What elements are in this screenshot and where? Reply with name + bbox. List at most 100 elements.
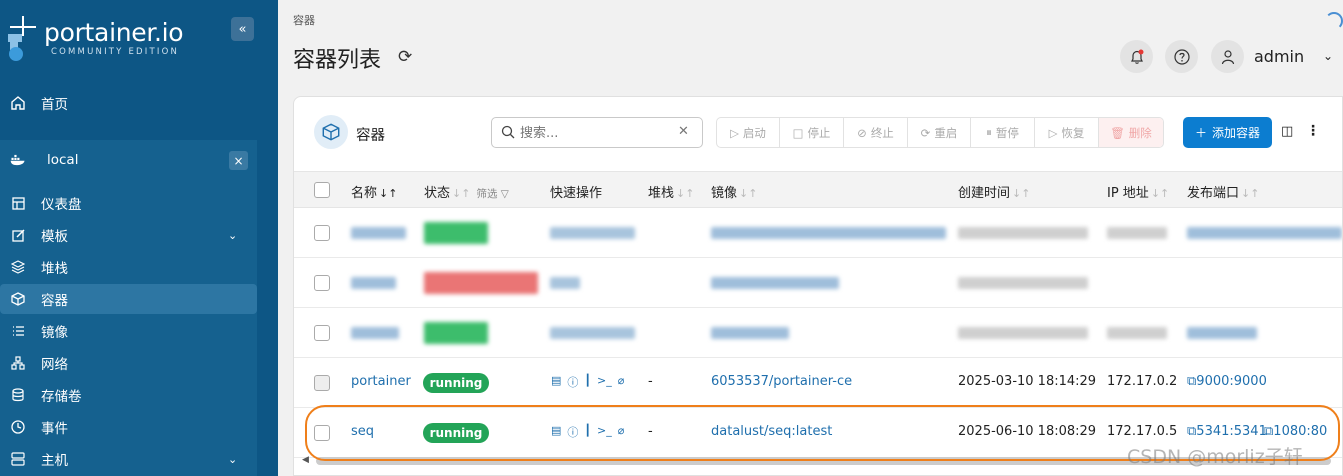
- column-name[interactable]: 名称 ↓↑: [351, 182, 397, 201]
- table-header: 名称 ↓↑ 状态 ↓↑ 筛选 ▽ 快速操作 堆栈 ↓↑ 镜像 ↓↑ 创建时间 ↓↑ IP 地…: [294, 171, 1342, 208]
- row-checkbox[interactable]: [314, 425, 330, 441]
- image-link[interactable]: datalust/seq:latest: [711, 424, 832, 439]
- sidebar-item-label: 网络: [41, 357, 68, 373]
- table-row-redacted[interactable]: [294, 258, 1342, 308]
- help-button[interactable]: [1165, 40, 1198, 73]
- chevron-down-icon[interactable]: ⌄: [1323, 49, 1333, 63]
- sidebar-item-images[interactable]: 镜像: [0, 316, 278, 346]
- attach-icon[interactable]: ⌀: [618, 374, 625, 390]
- redacted-text: [1107, 227, 1167, 239]
- external-link-icon: ⧉: [1187, 374, 1197, 389]
- plus-icon: ＋: [1194, 126, 1207, 140]
- logs-icon[interactable]: ▤: [551, 374, 561, 390]
- sidebar-item-label: 堆栈: [41, 261, 68, 277]
- column-created[interactable]: 创建时间 ↓↑: [958, 182, 1030, 201]
- port-link[interactable]: ⧉1080:80: [1264, 424, 1327, 439]
- sort-icon: ↓↑: [739, 187, 758, 200]
- add-container-button[interactable]: ＋添加容器: [1183, 117, 1272, 148]
- box-icon: [10, 291, 26, 307]
- column-status[interactable]: 状态 ↓↑ 筛选 ▽: [424, 182, 509, 201]
- close-environment-button[interactable]: ×: [229, 151, 248, 170]
- row-checkbox[interactable]: [314, 275, 330, 291]
- user-avatar[interactable]: [1211, 40, 1244, 73]
- resume-button[interactable]: ▷ 恢复: [1035, 118, 1099, 147]
- inspect-icon[interactable]: ⓘ: [567, 374, 578, 390]
- kill-button[interactable]: ⊘ 终止: [844, 118, 908, 147]
- table-row-redacted[interactable]: [294, 208, 1342, 258]
- sidebar-item-networks[interactable]: 网络: [0, 348, 278, 378]
- redacted-text: [351, 227, 406, 239]
- external-link-icon: ⧉: [1187, 424, 1197, 439]
- console-icon[interactable]: >_: [597, 374, 612, 390]
- port-link[interactable]: ⧉5341:5341: [1187, 424, 1267, 439]
- redacted-text: [711, 277, 839, 289]
- sort-icon: ↓↑: [452, 187, 471, 200]
- console-icon[interactable]: >_: [597, 424, 612, 440]
- columns-icon[interactable]: ◫: [1281, 124, 1293, 139]
- filter-icon: ▽: [500, 188, 509, 200]
- sidebar-item-label: 仪表盘: [41, 197, 82, 213]
- collapse-sidebar-button[interactable]: «: [231, 17, 254, 41]
- redacted-text: [550, 327, 635, 339]
- row-checkbox[interactable]: [314, 325, 330, 341]
- logo-text: portainer.io: [44, 18, 184, 47]
- attach-icon[interactable]: ⌀: [618, 424, 625, 440]
- sort-icon: ↓↑: [1012, 187, 1031, 200]
- breadcrumb[interactable]: 容器: [293, 12, 315, 28]
- column-stack[interactable]: 堆栈 ↓↑: [648, 182, 694, 201]
- sidebar-item-containers[interactable]: 容器: [0, 284, 257, 314]
- select-all-checkbox[interactable]: [314, 182, 330, 198]
- column-image[interactable]: 镜像 ↓↑: [711, 182, 757, 201]
- row-checkbox[interactable]: [314, 225, 330, 241]
- stop-button[interactable]: □ 停止: [780, 118, 844, 147]
- pause-button[interactable]: ⏸ 暂停: [971, 118, 1035, 147]
- more-options-icon[interactable]: ⋮: [1306, 123, 1320, 139]
- column-ip[interactable]: IP 地址 ↓↑: [1107, 182, 1169, 201]
- image-link[interactable]: 6053537/portainer-ce: [711, 374, 852, 389]
- start-button[interactable]: ▷ 启动: [717, 118, 780, 147]
- search-box[interactable]: ✕: [491, 117, 703, 148]
- row-checkbox[interactable]: [314, 375, 330, 391]
- stats-icon[interactable]: ┃: [584, 424, 591, 440]
- sort-icon: ↓↑: [676, 187, 695, 200]
- redacted-text: [351, 327, 399, 339]
- table-row-redacted[interactable]: [294, 308, 1342, 358]
- sidebar-item-volumes[interactable]: 存储卷: [0, 380, 278, 410]
- sidebar-item-dashboard[interactable]: 仪表盘: [0, 188, 278, 218]
- sidebar-item-host[interactable]: 主机 ⌄: [0, 444, 278, 474]
- inspect-icon[interactable]: ⓘ: [567, 424, 578, 440]
- sidebar-item-home[interactable]: 首页: [0, 88, 278, 118]
- sidebar-item-label: 首页: [41, 97, 68, 113]
- layers-icon: [10, 259, 26, 275]
- quick-actions: ▤ ⓘ ┃ >_ ⌀: [551, 424, 624, 440]
- portainer-logo[interactable]: portainer.io COMMUNITY EDITION: [6, 14, 236, 64]
- created-time: 2025-03-10 18:14:29: [958, 374, 1097, 389]
- redacted-text: [1187, 227, 1342, 239]
- search-input[interactable]: [520, 123, 670, 143]
- clear-icon[interactable]: ✕: [678, 124, 689, 139]
- container-name-link[interactable]: seq: [351, 424, 374, 439]
- redacted-text: [958, 227, 1088, 239]
- sidebar-item-events[interactable]: 事件: [0, 412, 278, 442]
- logs-icon[interactable]: ▤: [551, 424, 561, 440]
- remove-button[interactable]: 🗑 删除: [1099, 118, 1163, 147]
- port-link[interactable]: ⧉9000:9000: [1187, 374, 1267, 389]
- user-icon: [1221, 49, 1234, 64]
- restart-button[interactable]: ⟳ 重启: [908, 118, 971, 147]
- table-row[interactable]: portainer running ▤ ⓘ ┃ >_ ⌀ - 6053537/porta…: [294, 358, 1342, 408]
- sidebar-item-stacks[interactable]: 堆栈: [0, 252, 278, 282]
- username[interactable]: admin: [1254, 47, 1304, 66]
- clock-icon: [10, 419, 26, 435]
- filter-button[interactable]: 筛选 ▽: [476, 188, 508, 200]
- stats-icon[interactable]: ┃: [584, 374, 591, 390]
- notifications-button[interactable]: [1120, 40, 1153, 73]
- scroll-left-icon[interactable]: ◀: [302, 455, 309, 465]
- refresh-icon[interactable]: ⟳: [398, 47, 412, 67]
- sidebar-item-templates[interactable]: 模板 ⌄: [0, 220, 278, 250]
- column-ports[interactable]: 发布端口 ↓↑: [1187, 182, 1259, 201]
- sidebar: portainer.io COMMUNITY EDITION « 首页 loca…: [0, 0, 278, 476]
- quick-actions: ▤ ⓘ ┃ >_ ⌀: [551, 374, 624, 390]
- home-icon: [10, 95, 26, 111]
- container-name-link[interactable]: portainer: [351, 374, 411, 389]
- external-link-icon: ⧉: [1264, 424, 1274, 439]
